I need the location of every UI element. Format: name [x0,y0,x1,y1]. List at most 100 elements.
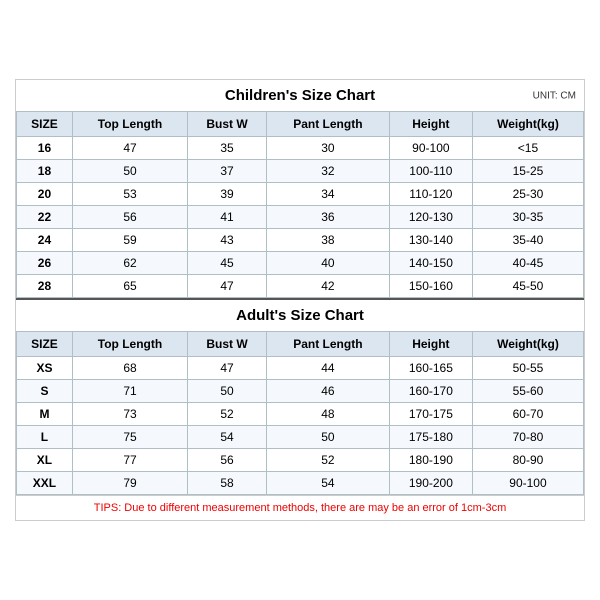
table-cell: 40-45 [472,252,583,275]
tips-text: TIPS: Due to different measurement metho… [16,495,584,520]
table-cell: 47 [188,275,267,298]
adult-header-row: SIZETop LengthBust WPant LengthHeightWei… [17,332,584,357]
children-col-header: Height [389,112,472,137]
table-cell: 30 [266,137,389,160]
table-cell: 15-25 [472,160,583,183]
table-cell: 100-110 [389,160,472,183]
table-cell: 50 [266,426,389,449]
table-cell: 90-100 [472,472,583,495]
table-cell: 54 [188,426,267,449]
table-cell: 80-90 [472,449,583,472]
table-cell: 24 [17,229,73,252]
table-row: L755450175-18070-80 [17,426,584,449]
adult-col-header: Top Length [72,332,187,357]
table-cell: 25-30 [472,183,583,206]
table-cell: 42 [266,275,389,298]
table-cell: 160-170 [389,380,472,403]
table-cell: 35 [188,137,267,160]
table-cell: 39 [188,183,267,206]
table-cell: 77 [72,449,187,472]
table-cell: 22 [17,206,73,229]
table-cell: 190-200 [389,472,472,495]
unit-label: UNIT: CM [533,90,576,101]
adult-table: SIZETop LengthBust WPant LengthHeightWei… [16,331,584,495]
table-row: 20533934110-12025-30 [17,183,584,206]
table-cell: 38 [266,229,389,252]
table-cell: 68 [72,357,187,380]
table-cell: 73 [72,403,187,426]
table-row: 1647353090-100<15 [17,137,584,160]
table-row: 18503732100-11015-25 [17,160,584,183]
table-cell: 71 [72,380,187,403]
table-cell: 59 [72,229,187,252]
table-cell: 28 [17,275,73,298]
table-cell: 90-100 [389,137,472,160]
table-cell: 36 [266,206,389,229]
table-cell: 160-165 [389,357,472,380]
table-row: S715046160-17055-60 [17,380,584,403]
table-cell: 43 [188,229,267,252]
table-cell: 45 [188,252,267,275]
table-cell: 34 [266,183,389,206]
adult-col-header: Weight(kg) [472,332,583,357]
table-cell: 140-150 [389,252,472,275]
table-cell: 16 [17,137,73,160]
table-cell: 20 [17,183,73,206]
table-row: M735248170-17560-70 [17,403,584,426]
table-cell: 130-140 [389,229,472,252]
size-chart-container: Children's Size Chart UNIT: CM SIZETop L… [15,79,585,521]
table-cell: <15 [472,137,583,160]
table-cell: 37 [188,160,267,183]
adult-section-title: Adult's Size Chart [16,298,584,331]
table-cell: 53 [72,183,187,206]
children-table: SIZETop LengthBust WPant LengthHeightWei… [16,111,584,298]
table-row: 26624540140-15040-45 [17,252,584,275]
table-row: XS684744160-16550-55 [17,357,584,380]
children-col-header: Weight(kg) [472,112,583,137]
table-cell: 55-60 [472,380,583,403]
table-cell: 48 [266,403,389,426]
table-cell: 47 [72,137,187,160]
table-cell: 56 [72,206,187,229]
table-cell: 40 [266,252,389,275]
table-cell: 150-160 [389,275,472,298]
table-cell: M [17,403,73,426]
adult-col-header: Bust W [188,332,267,357]
table-row: XXL795854190-20090-100 [17,472,584,495]
table-cell: XS [17,357,73,380]
adult-col-header: Height [389,332,472,357]
table-cell: 75 [72,426,187,449]
table-cell: 56 [188,449,267,472]
table-cell: 79 [72,472,187,495]
table-cell: 45-50 [472,275,583,298]
table-cell: 54 [266,472,389,495]
table-cell: 60-70 [472,403,583,426]
table-cell: 26 [17,252,73,275]
adult-title-text: Adult's Size Chart [236,307,364,324]
table-cell: 180-190 [389,449,472,472]
children-col-header: Pant Length [266,112,389,137]
children-title-text: Children's Size Chart [225,87,375,104]
table-cell: 44 [266,357,389,380]
table-cell: 50-55 [472,357,583,380]
table-cell: 52 [266,449,389,472]
table-cell: 47 [188,357,267,380]
adult-col-header: Pant Length [266,332,389,357]
table-cell: 46 [266,380,389,403]
table-cell: XL [17,449,73,472]
table-row: 22564136120-13030-35 [17,206,584,229]
table-cell: XXL [17,472,73,495]
table-cell: 18 [17,160,73,183]
table-cell: L [17,426,73,449]
table-cell: 62 [72,252,187,275]
adult-col-header: SIZE [17,332,73,357]
table-cell: 35-40 [472,229,583,252]
table-row: XL775652180-19080-90 [17,449,584,472]
children-col-header: SIZE [17,112,73,137]
table-cell: 110-120 [389,183,472,206]
table-cell: 32 [266,160,389,183]
table-cell: 120-130 [389,206,472,229]
table-cell: 58 [188,472,267,495]
table-cell: 52 [188,403,267,426]
children-header-row: SIZETop LengthBust WPant LengthHeightWei… [17,112,584,137]
